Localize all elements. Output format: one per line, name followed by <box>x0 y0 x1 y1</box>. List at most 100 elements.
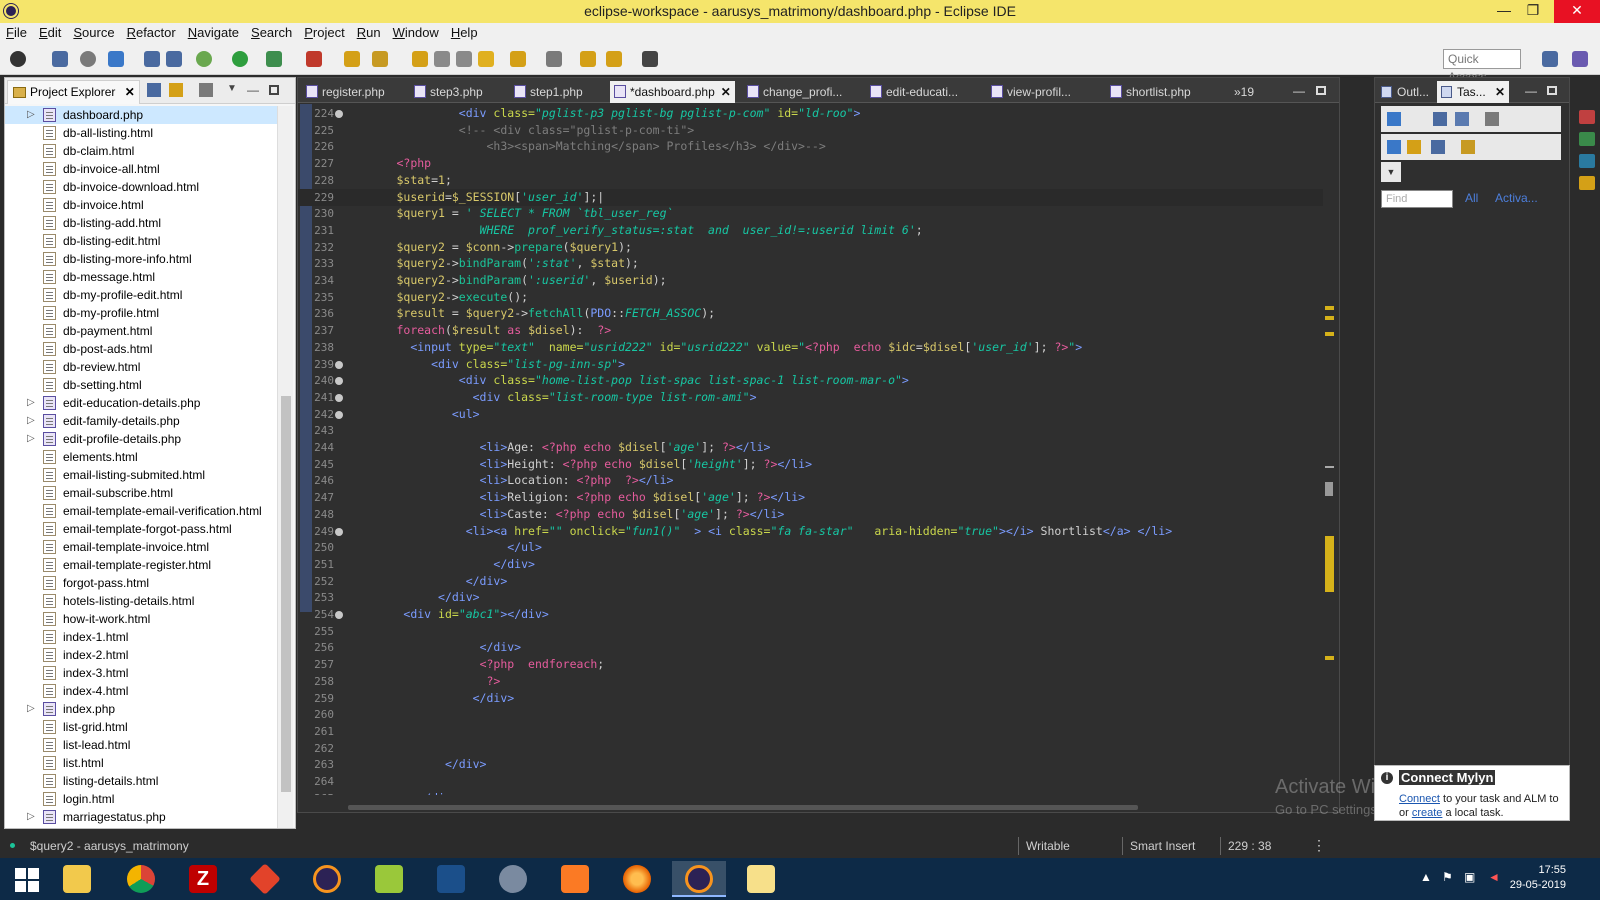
taskbar-chrome[interactable] <box>114 861 168 897</box>
side-trim-icon-4[interactable] <box>1579 176 1595 190</box>
tree-item[interactable]: email-template-invoice.html <box>5 538 279 556</box>
taskbar-file-explorer[interactable] <box>50 861 104 897</box>
code-line[interactable]: 227 <?php <box>298 155 1323 172</box>
open-perspective-icon[interactable] <box>1542 51 1558 67</box>
expand-arrow-icon[interactable]: ▷ <box>27 430 35 448</box>
tree-item[interactable]: db-invoice-download.html <box>5 178 279 196</box>
menu-refactor[interactable]: Refactor <box>121 23 182 40</box>
code-line[interactable]: 254 <div id="abc1"></div> <box>298 606 1323 623</box>
menu-window[interactable]: Window <box>387 23 445 40</box>
tree-item[interactable]: db-all-listing.html <box>5 124 279 142</box>
tree-item[interactable]: list.html <box>5 754 279 772</box>
tree-item[interactable]: db-message.html <box>5 268 279 286</box>
taskbar-clock[interactable]: 17:55 29-05-2019 <box>1510 863 1566 893</box>
external-tools-icon[interactable] <box>306 51 322 67</box>
create-link[interactable]: create <box>1412 807 1443 819</box>
back-icon[interactable] <box>580 51 596 67</box>
code-line[interactable]: 234 $query2->bindParam(':userid', $useri… <box>298 272 1323 289</box>
fold-toggle-icon[interactable] <box>335 393 343 402</box>
new-server-icon[interactable] <box>344 51 360 67</box>
forward-icon[interactable] <box>642 51 658 67</box>
last-edit-icon[interactable] <box>546 51 562 67</box>
tree-item[interactable]: db-review.html <box>5 358 279 376</box>
code-line[interactable]: 237 foreach($result as $disel): ?> <box>298 322 1323 339</box>
back-history-icon[interactable] <box>606 51 622 67</box>
code-line[interactable]: 261 <box>298 723 1323 740</box>
run-icon[interactable] <box>232 51 248 67</box>
menu-edit[interactable]: Edit <box>33 23 67 40</box>
view-menu-icon[interactable]: ▼ <box>1381 162 1401 182</box>
minimize-view-icon[interactable]: — <box>247 83 261 97</box>
code-line[interactable]: 251 </div> <box>298 556 1323 573</box>
open-task-icon[interactable] <box>412 51 428 67</box>
maximize-view-icon[interactable] <box>269 85 279 95</box>
expand-arrow-icon[interactable]: ▷ <box>27 808 35 826</box>
filter-icon[interactable] <box>199 83 213 97</box>
window-icon[interactable] <box>52 51 68 67</box>
taskbar-tool[interactable] <box>486 861 540 897</box>
tree-item[interactable]: email-template-register.html <box>5 556 279 574</box>
fold-toggle-icon[interactable] <box>335 377 343 386</box>
close-tab-icon[interactable]: ✕ <box>721 85 731 99</box>
categorized-icon[interactable] <box>1433 112 1447 126</box>
task-find-input[interactable]: Find <box>1381 190 1453 208</box>
menu-source[interactable]: Source <box>67 23 120 40</box>
code-line[interactable]: 233 $query2->bindParam(':stat', $stat); <box>298 255 1323 272</box>
code-line[interactable]: 247 <li>Religion: <?php echo $disel['age… <box>298 489 1323 506</box>
taskbar-netbeans[interactable] <box>424 861 478 897</box>
code-line[interactable]: 242 <ul> <box>298 406 1323 423</box>
code-line[interactable]: 255 <box>298 623 1323 640</box>
code-line[interactable]: 229 $userid=$_SESSION['user_id'];| <box>298 188 1323 206</box>
network-icon[interactable]: ▣ <box>1464 870 1475 884</box>
code-line[interactable]: 236 $result = $query2->fetchAll(PDO::FET… <box>298 305 1323 322</box>
volume-icon[interactable]: ◄ <box>1488 870 1500 884</box>
code-line[interactable]: 231 WHERE prof_verify_status=:stat and u… <box>298 222 1323 239</box>
tab-overflow[interactable]: »19 <box>1228 81 1258 103</box>
debug-icon[interactable] <box>196 51 212 67</box>
minimize-view-icon[interactable]: — <box>1525 84 1537 98</box>
skip-breakpoints-icon[interactable] <box>80 51 96 67</box>
tree-item[interactable]: index-1.html <box>5 628 279 646</box>
expand-arrow-icon[interactable]: ▷ <box>27 700 35 718</box>
open-type-icon[interactable] <box>372 51 388 67</box>
view-menu-icon[interactable]: ▼ <box>227 83 241 97</box>
code-line[interactable]: 252 </div> <box>298 573 1323 590</box>
tree-item[interactable]: db-invoice-all.html <box>5 160 279 178</box>
fold-toggle-icon[interactable] <box>335 410 343 419</box>
editor-tab[interactable]: change_profi... <box>743 81 846 103</box>
tree-item[interactable]: db-listing-add.html <box>5 214 279 232</box>
menu-file[interactable]: File <box>0 23 33 40</box>
close-button[interactable]: ✕ <box>1554 0 1600 23</box>
code-line[interactable]: 265 </div> <box>298 790 1323 795</box>
code-line[interactable]: 240 <div class="home-list-pop list-spac … <box>298 372 1323 389</box>
task-filter-all[interactable]: All <box>1465 191 1478 205</box>
menu-project[interactable]: Project <box>298 23 350 40</box>
debug-config-icon[interactable] <box>10 51 26 67</box>
focus-icon[interactable] <box>1407 140 1421 154</box>
minimize-editor-icon[interactable]: — <box>1293 84 1305 98</box>
menu-help[interactable]: Help <box>445 23 484 40</box>
mark-occurrences-icon[interactable] <box>478 51 494 67</box>
tab-task-list[interactable]: Tas... ✕ <box>1437 81 1510 103</box>
menu-run[interactable]: Run <box>351 23 387 40</box>
tree-item[interactable]: ▷ edit-education-details.php <box>5 394 279 412</box>
side-trim-icon-1[interactable] <box>1579 110 1595 124</box>
tree-item[interactable]: db-my-profile.html <box>5 304 279 322</box>
toggle-breadcrumb-icon[interactable] <box>434 51 450 67</box>
status-more-icon[interactable]: ⋮ <box>1312 837 1326 854</box>
editor-tab[interactable]: step1.php <box>510 81 587 103</box>
flag-icon[interactable]: ⚑ <box>1442 870 1453 884</box>
code-line[interactable]: 239 <div class="list-pg-inn-sp"> <box>298 356 1323 373</box>
taskbar-notepad[interactable] <box>362 861 416 897</box>
code-line[interactable]: 260 <box>298 706 1323 723</box>
editor-tab[interactable]: edit-educati... <box>866 81 962 103</box>
editor-tab[interactable]: step3.php <box>410 81 487 103</box>
tree-item[interactable]: ▷ index.php <box>5 700 279 718</box>
tree-item[interactable]: index-4.html <box>5 682 279 700</box>
project-explorer-tab[interactable]: Project Explorer ✕ <box>7 80 140 104</box>
tree-item[interactable]: list-lead.html <box>5 736 279 754</box>
save-all-icon[interactable] <box>166 51 182 67</box>
tree-item[interactable]: email-template-email-verification.html <box>5 502 279 520</box>
code-line[interactable]: 235 $query2->execute(); <box>298 289 1323 306</box>
tree-item[interactable]: ▷ edit-family-details.php <box>5 412 279 430</box>
